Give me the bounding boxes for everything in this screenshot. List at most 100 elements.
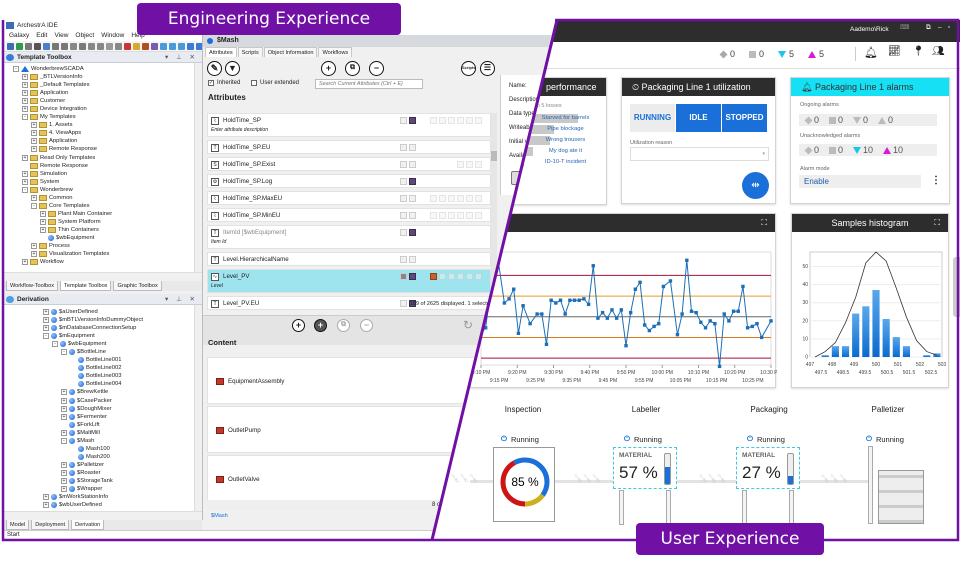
- lock-icon[interactable]: [400, 195, 407, 202]
- menu-object[interactable]: Object: [75, 31, 94, 41]
- extension-icon[interactable]: [466, 273, 473, 280]
- expand-toggle-icon[interactable]: +: [31, 130, 37, 137]
- expand-toggle-icon[interactable]: +: [22, 90, 28, 97]
- power-icon[interactable]: ⏻: [501, 434, 507, 444]
- tree-node[interactable]: - $Mash: [7, 437, 202, 445]
- tree-node[interactable]: + Customer: [7, 97, 202, 105]
- user-extended-checkbox[interactable]: User extended: [251, 80, 299, 86]
- config-icon[interactable]: [409, 212, 416, 219]
- extension-icon[interactable]: [475, 195, 482, 202]
- tree-node[interactable]: + System Platform: [7, 218, 202, 226]
- data-point[interactable]: [699, 320, 703, 324]
- config-icon[interactable]: [409, 229, 416, 236]
- expand-toggle-icon[interactable]: +: [31, 251, 37, 258]
- data-point[interactable]: [694, 310, 698, 315]
- attribute-row[interactable]: T HoldTime_SP.EU: [207, 140, 491, 154]
- tree-node[interactable]: + Application: [7, 89, 202, 97]
- tree-node[interactable]: + $StorageTank: [7, 477, 202, 485]
- data-point[interactable]: [628, 310, 633, 315]
- histogram-bar[interactable]: [892, 337, 900, 357]
- expand-icon[interactable]: ⛶: [934, 214, 940, 232]
- expand-toggle-icon[interactable]: +: [40, 218, 46, 225]
- data-point[interactable]: [689, 309, 694, 313]
- add-content-button[interactable]: +: [292, 319, 305, 332]
- toolbar-button-icon[interactable]: [133, 43, 140, 50]
- tree-node[interactable]: + Common: [7, 194, 202, 202]
- attribute-row[interactable]: ⌇ HoldTime_SP.MinEU: [207, 208, 491, 222]
- alarm-summary-tri-down[interactable]: 5: [778, 49, 794, 59]
- expand-toggle-icon[interactable]: -: [61, 437, 67, 444]
- tree-node[interactable]: + Remote Response: [7, 145, 202, 153]
- data-point[interactable]: [516, 331, 521, 336]
- extension-icon[interactable]: [448, 195, 455, 202]
- tree-node[interactable]: BottleLine003: [7, 372, 202, 380]
- extension-icon[interactable]: [457, 161, 464, 168]
- tree-node[interactable]: + $CasePacker: [7, 397, 202, 405]
- users-icon[interactable]: 👥︎: [932, 46, 945, 57]
- tree-node[interactable]: + $MaltMill: [7, 429, 202, 437]
- toolbar-button-icon[interactable]: [160, 43, 167, 50]
- expand-toggle-icon[interactable]: +: [31, 243, 37, 250]
- histogram-bar[interactable]: [821, 355, 829, 357]
- toolbar-button-icon[interactable]: [97, 43, 104, 50]
- tree-node[interactable]: + $mWorkStationInfo: [7, 493, 202, 501]
- data-point[interactable]: [638, 280, 642, 285]
- extension-icon[interactable]: [466, 117, 473, 124]
- toolbar-button-icon[interactable]: [115, 43, 122, 50]
- toolbar-button-icon[interactable]: [169, 43, 176, 50]
- config-icon[interactable]: [409, 117, 416, 124]
- tab-attributes[interactable]: Attributes: [205, 47, 237, 57]
- tree-node[interactable]: + Device Integration: [7, 105, 202, 113]
- tree-node[interactable]: + $aUserDefined: [7, 308, 202, 316]
- histogram-bar[interactable]: [882, 318, 890, 357]
- extension-icon[interactable]: [439, 195, 446, 202]
- attribute-row[interactable]: T ItemId [$wbEquipment] Item Id: [207, 225, 491, 249]
- refresh-icon[interactable]: ↻: [463, 318, 473, 332]
- menu-view[interactable]: View: [54, 31, 68, 41]
- expand-toggle-icon[interactable]: +: [22, 98, 28, 105]
- toolbar-button-icon[interactable]: [61, 43, 68, 50]
- state-button-idle[interactable]: IDLE: [676, 104, 721, 132]
- restore-icon[interactable]: ▫: [948, 24, 950, 31]
- data-point[interactable]: [568, 298, 572, 302]
- toolbar-button-icon[interactable]: [7, 43, 14, 50]
- material-indicator[interactable]: MATERIAL 57 %: [613, 447, 677, 489]
- histogram-bar[interactable]: [872, 290, 880, 357]
- lock-icon[interactable]: [400, 229, 407, 236]
- toolbar-button-icon[interactable]: [70, 43, 77, 50]
- split-action-button[interactable]: ⇹: [742, 172, 769, 199]
- expand-toggle-icon[interactable]: -: [43, 333, 49, 340]
- duplicate-content-button[interactable]: ⧉: [337, 319, 350, 332]
- data-point[interactable]: [577, 298, 581, 302]
- attribute-row[interactable]: ⌇ HoldTime_SP.MaxEU: [207, 191, 491, 205]
- tree-node[interactable]: + Read Only Templates: [7, 154, 202, 162]
- edit-icon[interactable]: ✎: [207, 61, 222, 76]
- expand-toggle-icon[interactable]: +: [22, 170, 28, 177]
- extension-icon[interactable]: [466, 212, 473, 219]
- alarm-count-tri-down[interactable]: 0: [853, 115, 868, 125]
- lock-icon[interactable]: [400, 161, 407, 168]
- data-point[interactable]: [582, 297, 586, 301]
- extension-icon[interactable]: [457, 195, 464, 202]
- tree-node[interactable]: Remote Response: [7, 162, 202, 170]
- tree-node[interactable]: Mash100: [7, 445, 202, 453]
- tree-node[interactable]: - Core Templates: [7, 202, 202, 210]
- expand-toggle-icon[interactable]: -: [61, 349, 67, 356]
- data-point[interactable]: [540, 312, 544, 316]
- tab-derivation[interactable]: Derivation: [71, 520, 105, 530]
- histogram-bar[interactable]: [852, 313, 860, 357]
- tree-node[interactable]: + $DoughMixer: [7, 405, 202, 413]
- expand-toggle-icon[interactable]: +: [43, 317, 49, 324]
- data-point[interactable]: [652, 324, 656, 329]
- extension-icon[interactable]: [457, 117, 464, 124]
- toolbar-button-icon[interactable]: [106, 43, 113, 50]
- data-point[interactable]: [549, 298, 553, 302]
- expand-toggle-icon[interactable]: +: [61, 413, 67, 420]
- extension-icon[interactable]: [430, 273, 437, 280]
- attribute-search-input[interactable]: [315, 79, 423, 89]
- data-point[interactable]: [708, 319, 712, 323]
- extension-icon[interactable]: [475, 212, 482, 219]
- horizontal-scrollbar[interactable]: [3, 511, 202, 520]
- expand-toggle-icon[interactable]: -: [52, 341, 58, 348]
- config-icon[interactable]: [409, 144, 416, 151]
